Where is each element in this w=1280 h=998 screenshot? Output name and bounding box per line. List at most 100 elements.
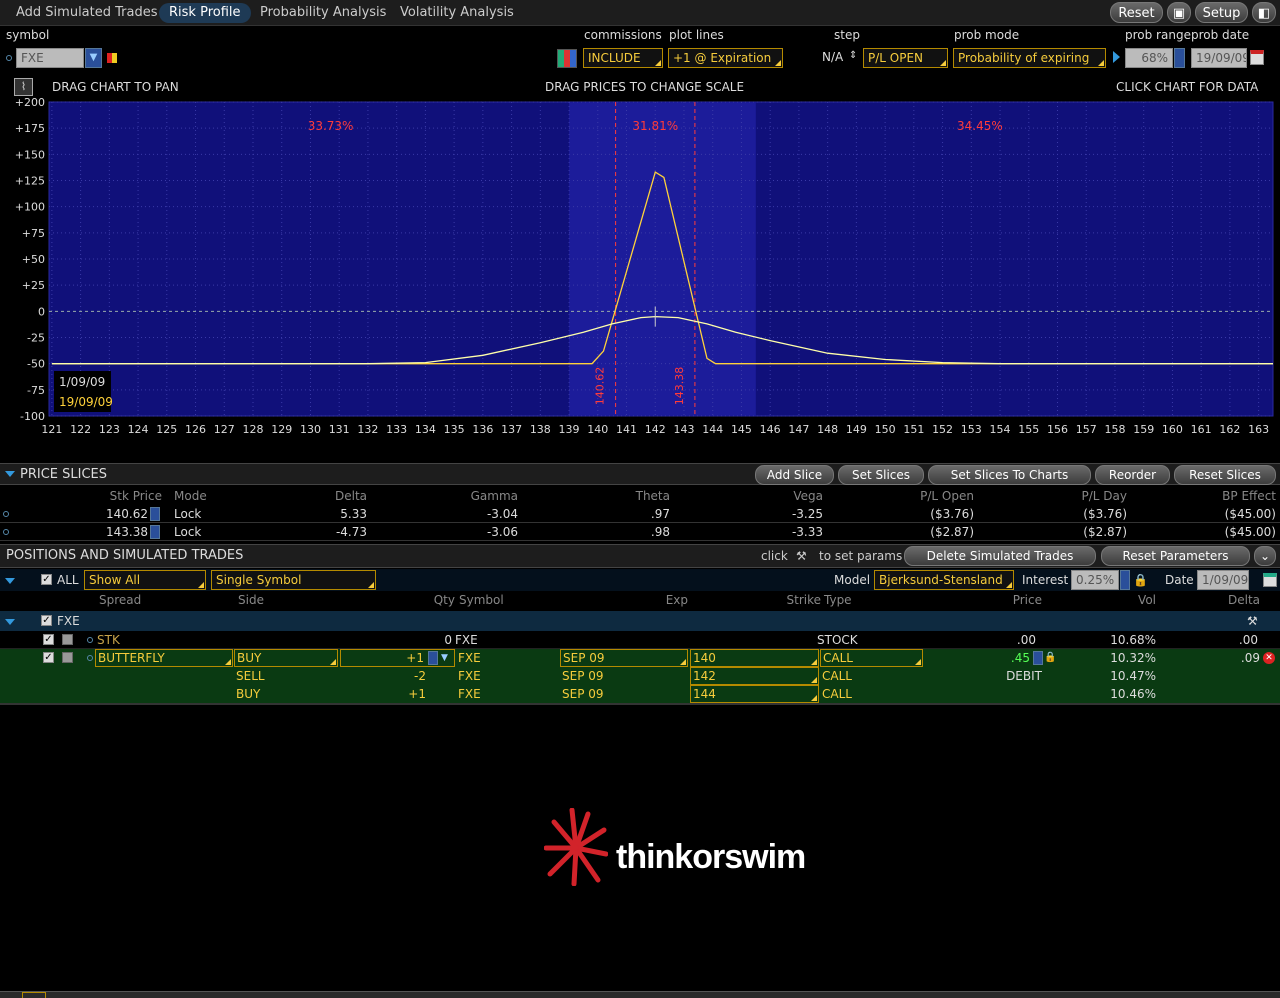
- leg-price[interactable]: .45: [960, 649, 1030, 667]
- plot-lines-select[interactable]: +1 @ Expiration: [668, 48, 783, 68]
- remove-icon[interactable]: ✕: [1263, 652, 1275, 664]
- calendar-icon[interactable]: [1250, 50, 1264, 65]
- reorder-button[interactable]: Reorder: [1095, 465, 1170, 485]
- step-spinner-icon[interactable]: ⇕: [849, 50, 857, 61]
- x-tick-label: 155: [1018, 423, 1039, 436]
- divider: [0, 703, 1280, 705]
- delete-simulated-trades-button[interactable]: Delete Simulated Trades: [904, 546, 1096, 566]
- set-slices-to-charts-button[interactable]: Set Slices To Charts: [928, 465, 1091, 485]
- slice-pl-open: ($2.87): [930, 525, 974, 539]
- row-checkbox[interactable]: ✓: [43, 634, 54, 645]
- col-pl-open: P/L Open: [920, 489, 974, 503]
- single-symbol-select[interactable]: Single Symbol: [211, 570, 376, 590]
- qty-spinner[interactable]: [428, 651, 438, 665]
- type-select[interactable]: CALL: [820, 649, 923, 667]
- row-spread: STK: [97, 633, 120, 647]
- prob-mode-select[interactable]: Probability of expiring: [953, 48, 1106, 68]
- slice-stk-price[interactable]: 143.38: [80, 523, 148, 541]
- slice-mode[interactable]: Lock: [174, 523, 201, 541]
- date-input[interactable]: 1/09/09: [1197, 570, 1249, 590]
- pl-mode-select[interactable]: P/L OPEN: [863, 48, 948, 68]
- commissions-select[interactable]: INCLUDE: [583, 48, 663, 68]
- drag-pan-hint: DRAG CHART TO PAN: [52, 80, 179, 94]
- row-checkbox[interactable]: ✓: [43, 652, 54, 663]
- reset-slices-button[interactable]: Reset Slices: [1174, 465, 1276, 485]
- calendar-icon[interactable]: [1263, 573, 1277, 587]
- price-spinner[interactable]: [1033, 651, 1043, 665]
- setup-button[interactable]: Setup: [1195, 2, 1248, 23]
- col-theta: Theta: [635, 489, 670, 503]
- model-select[interactable]: Bjerksund-Stensland: [874, 570, 1014, 590]
- flag-icon[interactable]: [107, 53, 117, 63]
- position-row-stock[interactable]: ✓ STK 0 FXE STOCK .00 10.68% .00: [0, 631, 1280, 649]
- position-row-leg[interactable]: SELL -2 FXE SEP 09 142 CALL DEBIT 10.47%: [0, 667, 1280, 685]
- slice-row[interactable]: 143.38 Lock -4.73 -3.06 .98 -3.33 ($2.87…: [0, 523, 1280, 541]
- slice-stk-price[interactable]: 140.62: [80, 505, 148, 523]
- prob-range-spinner[interactable]: [1174, 48, 1185, 68]
- prob-range-input[interactable]: 68%: [1125, 48, 1173, 68]
- bottom-bar: [0, 991, 1280, 998]
- slice-bp-effect: ($45.00): [1224, 525, 1276, 539]
- collapse-icon[interactable]: [5, 471, 15, 477]
- slice-mode[interactable]: Lock: [174, 505, 201, 523]
- set-params-text: to set params: [819, 549, 903, 563]
- strike-select[interactable]: 144: [690, 685, 819, 703]
- risk-profile-chart[interactable]: 121 122 123 124 125 126 127 128 129 130 131 132 133 1…: [0, 98, 1280, 440]
- chart-icon[interactable]: ⌇: [14, 78, 33, 96]
- leg-type: CALL: [822, 669, 852, 683]
- x-tick-label: 157: [1076, 423, 1097, 436]
- resize-handle[interactable]: [22, 992, 46, 998]
- tab-add-simulated-trades[interactable]: Add Simulated Trades: [6, 3, 168, 23]
- x-tick-label: 126: [185, 423, 206, 436]
- row-square-icon[interactable]: [62, 634, 73, 645]
- reset-parameters-button[interactable]: Reset Parameters: [1101, 546, 1250, 566]
- interest-spinner[interactable]: [1120, 570, 1130, 590]
- row-square-icon[interactable]: [62, 652, 73, 663]
- prob-date-input[interactable]: 19/09/09: [1191, 48, 1247, 68]
- group-row-fxe[interactable]: ✓ FXE ⚒: [0, 611, 1280, 631]
- collapse-icon[interactable]: [5, 578, 15, 584]
- y-tick-label: -75: [27, 384, 45, 397]
- tab-risk-profile[interactable]: Risk Profile: [159, 3, 251, 23]
- wrench-icon[interactable]: ⚒: [1247, 612, 1258, 630]
- set-slices-button[interactable]: Set Slices: [838, 465, 924, 485]
- collapse-icon[interactable]: [5, 619, 15, 625]
- slice-spinner[interactable]: [150, 525, 160, 539]
- side-select[interactable]: BUY: [234, 649, 338, 667]
- exp-select[interactable]: SEP 09: [560, 649, 688, 667]
- position-row-leg[interactable]: BUY +1 FXE SEP 09 144 CALL 10.46%: [0, 685, 1280, 703]
- chevron-down-icon[interactable]: ▼: [441, 649, 448, 667]
- group-checkbox[interactable]: ✓: [41, 615, 52, 626]
- tab-volatility-analysis[interactable]: Volatility Analysis: [390, 3, 524, 23]
- print-button[interactable]: ▣: [1167, 2, 1191, 23]
- strike-select[interactable]: 140: [690, 649, 819, 667]
- step-value[interactable]: N/A: [822, 50, 843, 64]
- spread-select[interactable]: BUTTERFLY: [95, 649, 233, 667]
- row-qty[interactable]: 0: [400, 631, 452, 649]
- show-all-select[interactable]: Show All: [84, 570, 206, 590]
- x-tick-label: 139: [559, 423, 580, 436]
- slice-pl-open: ($3.76): [930, 507, 974, 521]
- x-tick-label: 132: [357, 423, 378, 436]
- tab-probability-analysis[interactable]: Probability Analysis: [250, 3, 396, 23]
- strike-select[interactable]: 142: [690, 667, 819, 685]
- window-button[interactable]: ◧: [1252, 2, 1276, 23]
- x-tick-label: 136: [472, 423, 493, 436]
- add-slice-button[interactable]: Add Slice: [755, 465, 834, 485]
- expand-button[interactable]: ⌄: [1254, 546, 1276, 566]
- symbol-dropdown-button[interactable]: ▼: [85, 48, 102, 68]
- all-checkbox[interactable]: ✓: [41, 574, 52, 585]
- play-icon[interactable]: [1113, 51, 1120, 63]
- positions-title: POSITIONS AND SIMULATED TRADES: [6, 548, 244, 563]
- interest-label: Interest: [1022, 573, 1069, 587]
- symbol-input[interactable]: FXE: [16, 48, 84, 68]
- lock-icon[interactable]: 🔒: [1133, 571, 1148, 589]
- interest-input[interactable]: 0.25%: [1071, 570, 1119, 590]
- lock-icon[interactable]: 🔒: [1044, 649, 1056, 667]
- slice-row[interactable]: 140.62 Lock 5.33 -3.04 .97 -3.25 ($3.76)…: [0, 505, 1280, 523]
- color-grid-icon[interactable]: [557, 49, 577, 68]
- slice-spinner[interactable]: [150, 507, 160, 521]
- position-row-leg[interactable]: ✓ BUTTERFLY BUY +1 ▼ FXE SEP 09 140 CALL…: [0, 649, 1280, 667]
- reset-button[interactable]: Reset: [1110, 2, 1163, 23]
- commissions-label: commissions: [584, 28, 662, 42]
